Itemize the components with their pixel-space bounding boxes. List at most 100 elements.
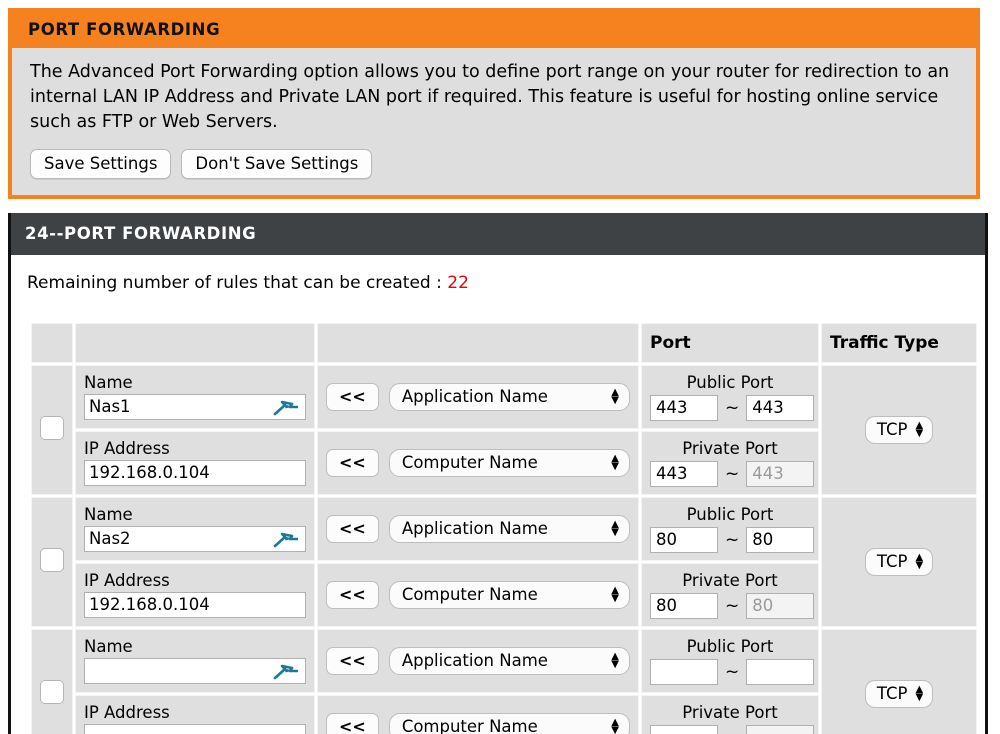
rule-ip-address-input[interactable] xyxy=(84,460,306,487)
rule-name-cell: Name xyxy=(75,629,315,693)
table-row: Name << Application Name ▲▼ Public Port ~ TCP ▲… xyxy=(31,629,977,734)
spinner-arrows-icon: ▲ ▼ xyxy=(611,453,619,471)
apply-application-name-button[interactable]: << xyxy=(326,647,379,675)
public-port-end-input[interactable] xyxy=(746,527,815,553)
public-port-row: ~ xyxy=(650,659,815,685)
computer-picker-cell: << Computer Name ▲ ▼ xyxy=(317,431,639,495)
computer-picker-row: << Computer Name ▲ ▼ xyxy=(326,581,630,609)
intro-description: The Advanced Port Forwarding option allo… xyxy=(30,62,950,132)
private-port-row: ~ xyxy=(650,461,815,487)
remaining-rules-status: Remaining number of rules that can be cr… xyxy=(11,255,985,293)
remaining-rules-count: 22 xyxy=(447,273,469,293)
computer-picker-cell: << Computer Name ▲ ▼ xyxy=(317,563,639,627)
chevron-down-icon: ▼ xyxy=(611,592,619,604)
rule-name-input[interactable] xyxy=(84,394,306,421)
rule-name-cell: Name xyxy=(75,497,315,561)
name-label: Name xyxy=(84,372,133,392)
public-port-cell: Public Port ~ xyxy=(641,629,819,693)
private-port-row: ~ xyxy=(650,725,815,734)
apply-computer-name-button[interactable]: << xyxy=(326,713,379,734)
private-port-end-input[interactable] xyxy=(746,461,815,487)
spinner-arrows-icon: ▲ ▼ xyxy=(611,717,619,734)
computer-name-select[interactable]: Computer Name ▲ ▼ xyxy=(388,581,630,609)
apply-computer-name-button[interactable]: << xyxy=(326,449,379,477)
traffic-type-select[interactable]: TCP ▲ ▼ xyxy=(864,548,934,576)
public-port-start-input[interactable] xyxy=(650,395,718,421)
port-forwarding-intro-panel: PORT FORWARDING The Advanced Port Forwar… xyxy=(8,8,980,200)
table-row: Name << Application Name ▲▼ Public Port ~ TCP ▲… xyxy=(31,497,977,627)
application-name-select[interactable]: Application Name ▲ ▼ xyxy=(388,515,630,543)
traffic-type-select[interactable]: TCP ▲ ▼ xyxy=(864,680,934,708)
name-input-wrapper xyxy=(84,526,306,553)
dont-save-settings-button[interactable]: Don't Save Settings xyxy=(181,148,373,180)
computer-name-select-value: Computer Name xyxy=(401,453,538,472)
public-port-start-input[interactable] xyxy=(650,659,718,685)
private-port-label: Private Port xyxy=(682,703,778,722)
intro-panel-body: The Advanced Port Forwarding option allo… xyxy=(12,48,976,196)
private-port-start-input[interactable] xyxy=(650,725,718,734)
public-port-end-input[interactable] xyxy=(746,395,815,421)
chevron-down-icon: ▼ xyxy=(611,658,619,670)
computer-name-select[interactable]: Computer Name ▲ ▼ xyxy=(388,713,630,734)
public-port-cell: Public Port ~ xyxy=(641,497,819,561)
private-port-cell: Private Port ~ xyxy=(641,431,819,495)
chevron-down-icon: ▼ xyxy=(611,394,619,406)
spinner-arrows-icon: ▲ ▼ xyxy=(611,387,619,406)
port-forwarding-rules-table: Port Traffic Type Name << Application Name… xyxy=(29,321,979,734)
rule-name-input[interactable] xyxy=(84,526,306,553)
rule-enable-checkbox[interactable] xyxy=(40,548,64,572)
intro-button-row: Save Settings Don't Save Settings xyxy=(30,148,958,180)
chevron-down-icon: ▼ xyxy=(611,526,619,538)
port-range-separator: ~ xyxy=(725,596,740,616)
traffic-type-cell: TCP ▲ ▼ xyxy=(821,365,977,495)
chevron-down-icon: ▼ xyxy=(611,724,619,734)
rule-name-input[interactable] xyxy=(84,658,306,685)
ip-address-label: IP Address xyxy=(84,702,170,722)
public-port-label: Public Port xyxy=(686,505,774,524)
column-header-name xyxy=(75,323,315,363)
name-input-wrapper xyxy=(84,658,306,685)
private-port-end-input[interactable] xyxy=(746,593,815,619)
public-port-start-input[interactable] xyxy=(650,527,718,553)
rule-ip-address-input[interactable] xyxy=(84,592,306,619)
application-picker-cell: << Application Name ▲ ▼ xyxy=(317,365,639,429)
rules-panel-title: 24--PORT FORWARDING xyxy=(11,213,985,255)
private-port-row: ~ xyxy=(650,593,815,619)
computer-name-select[interactable]: Computer Name ▲ ▼ xyxy=(388,449,630,477)
rule-select-cell xyxy=(31,365,73,495)
port-forwarding-rules-panel: 24--PORT FORWARDING Remaining number of … xyxy=(8,213,988,734)
application-name-select[interactable]: Application Name ▲ ▼ xyxy=(388,647,630,675)
application-picker-row: << Application Name ▲ ▼ xyxy=(326,383,630,411)
rules-table-body: Name << Application Name ▲▼ Public Port ~ TCP ▲… xyxy=(31,365,977,734)
rule-ip-address-input[interactable] xyxy=(84,724,306,734)
apply-computer-name-button[interactable]: << xyxy=(326,581,379,609)
column-header-checkbox xyxy=(31,323,73,363)
public-port-end-input[interactable] xyxy=(746,659,815,685)
private-port-cell: Private Port ~ xyxy=(641,695,819,734)
chevron-down-icon: ▼ xyxy=(915,427,924,439)
rule-select-cell xyxy=(31,629,73,734)
name-input-wrapper xyxy=(84,394,306,421)
port-range-separator: ~ xyxy=(725,662,740,682)
save-settings-button[interactable]: Save Settings xyxy=(30,148,172,180)
application-name-select-value: Application Name xyxy=(401,387,548,406)
spinner-arrows-icon: ▲ ▼ xyxy=(915,420,924,439)
apply-application-name-button[interactable]: << xyxy=(326,383,379,411)
port-range-separator: ~ xyxy=(725,398,740,418)
public-port-label: Public Port xyxy=(686,637,774,656)
private-port-start-input[interactable] xyxy=(650,461,718,487)
apply-application-name-button[interactable]: << xyxy=(326,515,379,543)
application-picker-cell: << Application Name ▲ ▼ xyxy=(317,629,639,693)
traffic-type-select-value: TCP xyxy=(876,552,908,571)
computer-picker-row: << Computer Name ▲ ▼ xyxy=(326,713,630,734)
application-name-select[interactable]: Application Name ▲ ▼ xyxy=(388,383,630,411)
application-name-select-value: Application Name xyxy=(401,651,548,670)
private-port-start-input[interactable] xyxy=(650,593,718,619)
rule-enable-checkbox[interactable] xyxy=(40,680,64,704)
column-header-picker xyxy=(317,323,639,363)
rule-enable-checkbox[interactable] xyxy=(40,416,64,440)
intro-panel-title: PORT FORWARDING xyxy=(12,12,976,48)
traffic-type-select[interactable]: TCP ▲ ▼ xyxy=(864,416,934,444)
application-picker-row: << Application Name ▲ ▼ xyxy=(326,647,630,675)
private-port-end-input[interactable] xyxy=(746,725,815,734)
